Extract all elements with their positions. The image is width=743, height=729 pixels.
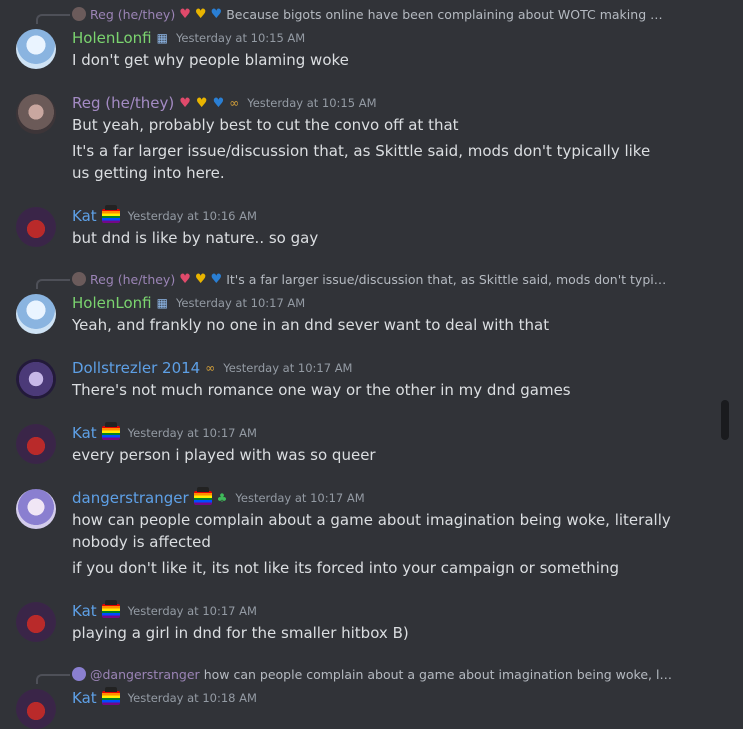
reply-text[interactable]: Because bigots online have been complain… [226,7,672,22]
message-header: dangerstranger ♣ Yesterday at 10:17 AM [72,487,365,509]
author-name[interactable]: Reg (he/they) [72,94,174,112]
pride-hat-icon [193,487,212,505]
avatar[interactable] [16,29,56,69]
heart-icon: ♥ [179,271,191,287]
author-name[interactable]: Kat [72,424,97,442]
reply-author[interactable]: Reg (he/they) [90,272,175,287]
timestamp: Yesterday at 10:16 AM [127,209,257,223]
message-header: Dollstrezler 2014 ∞ Yesterday at 10:17 A… [72,357,352,379]
author-name[interactable]: Kat [72,602,97,620]
timestamp: Yesterday at 10:18 AM [127,691,257,705]
message-content: every person i played with was so queer [72,444,672,466]
avatar[interactable] [16,207,56,247]
message-content: I don't get why people blaming woke [72,49,672,71]
author-name[interactable]: Kat [72,689,97,707]
reply-avatar [72,272,86,286]
role-icon: ▦ [156,296,168,310]
message-line: every person i played with was so queer [72,446,376,464]
message-header: Reg (he/they) ♥ ♥ ♥ ∞ Yesterday at 10:15… [72,92,377,114]
message-content: But yeah, probably best to cut the convo… [72,114,672,184]
reply-author[interactable]: @dangerstranger [90,667,200,682]
avatar[interactable] [16,689,56,729]
timestamp: Yesterday at 10:17 AM [175,296,306,310]
message-content: playing a girl in dnd for the smaller hi… [72,622,672,644]
heart-icon: ♥ [212,95,225,111]
message-content: There's not much romance one way or the … [72,379,672,401]
infinity-icon: ∞ [205,361,216,375]
message-header: HolenLonfi ▦ Yesterday at 10:17 AM [72,292,305,314]
avatar[interactable] [16,359,56,399]
message-content: how can people complain about a game abo… [72,509,672,579]
heart-icon: ♥ [194,6,207,22]
author-name[interactable]: dangerstranger [72,489,189,507]
clover-icon: ♣ [216,491,228,505]
reply-spine [36,279,70,289]
message-header: Kat Yesterday at 10:18 AM [72,687,257,709]
timestamp: Yesterday at 10:17 AM [223,361,353,375]
reply-author[interactable]: Reg (he/they) [90,7,175,22]
timestamp: Yesterday at 10:17 AM [127,426,257,440]
reply-text[interactable]: It's a far larger issue/discussion that,… [226,272,672,287]
timestamp: Yesterday at 10:15 AM [175,31,306,45]
message-content: but dnd is like by nature.. so gay [72,227,672,249]
pride-hat-icon [101,422,120,440]
heart-icon: ♥ [195,95,208,111]
message-header: HolenLonfi ▦ Yesterday at 10:15 AM [72,27,305,49]
pride-hat-icon [101,600,120,618]
message-line: There's not much romance one way or the … [72,381,571,399]
reply-preview[interactable]: @dangerstranger how can people complain … [72,665,672,683]
heart-icon: ♥ [179,6,191,22]
timestamp: Yesterday at 10:17 AM [127,604,257,618]
pride-hat-icon [101,205,120,223]
avatar[interactable] [16,294,56,334]
heart-icon: ♥ [210,6,223,22]
reply-spine [36,674,70,684]
timestamp: Yesterday at 10:15 AM [247,96,377,110]
message-content: Yeah, and frankly no one in an dnd sever… [72,314,672,336]
reply-preview[interactable]: Reg (he/they) ♥ ♥ ♥ It's a far larger is… [72,270,672,288]
heart-icon: ♥ [179,95,191,111]
avatar[interactable] [16,602,56,642]
message-line: Yeah, and frankly no one in an dnd sever… [72,316,550,334]
reply-spine [36,14,70,24]
reply-avatar [72,7,86,21]
author-name[interactable]: Kat [72,207,97,225]
message-line: playing a girl in dnd for the smaller hi… [72,624,409,642]
avatar[interactable] [16,424,56,464]
message-line: how can people complain about a game abo… [72,511,671,551]
message-header: Kat Yesterday at 10:17 AM [72,422,257,444]
message-header: Kat Yesterday at 10:16 AM [72,205,257,227]
message-header: Kat Yesterday at 10:17 AM [72,600,257,622]
pride-hat-icon [101,687,120,705]
infinity-icon: ∞ [229,96,240,110]
timestamp: Yesterday at 10:17 AM [235,491,365,505]
avatar[interactable] [16,94,56,134]
message-line: But yeah, probably best to cut the convo… [72,116,459,134]
author-name[interactable]: Dollstrezler 2014 [72,359,200,377]
message-line: I don't get why people blaming woke [72,51,349,69]
avatar[interactable] [16,489,56,529]
role-icon: ▦ [156,31,168,45]
reply-preview[interactable]: Reg (he/they) ♥ ♥ ♥ Because bigots onlin… [72,5,672,23]
heart-icon: ♥ [210,271,223,287]
scrollbar-thumb[interactable] [721,400,729,440]
author-name[interactable]: HolenLonfi [72,294,152,312]
author-name[interactable]: HolenLonfi [72,29,152,47]
message-line: if you don't like it, its not like its f… [72,559,619,577]
heart-icon: ♥ [194,271,207,287]
reply-avatar [72,667,86,681]
message-line: It's a far larger issue/discussion that,… [72,142,651,182]
reply-text[interactable]: how can people complain about a game abo… [204,667,672,682]
message-line: but dnd is like by nature.. so gay [72,229,319,247]
